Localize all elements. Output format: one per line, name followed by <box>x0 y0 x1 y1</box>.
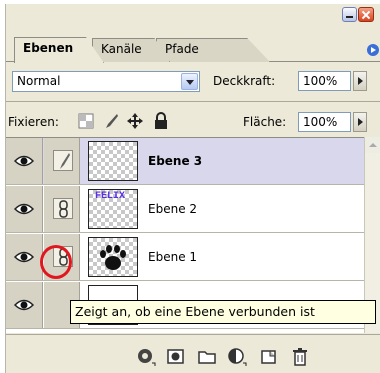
palette-tabs: Pfade Kanäle Ebenen <box>6 34 380 63</box>
tab-label: Pfade <box>165 42 199 56</box>
fill-input[interactable]: 100% <box>298 112 351 132</box>
layer-link-cell[interactable] <box>44 138 80 184</box>
divider <box>6 101 380 102</box>
lock-all-icon[interactable] <box>152 112 170 130</box>
layer-name[interactable]: Ebene 2 <box>148 202 197 216</box>
layer-thumbnail <box>88 141 138 181</box>
palette-titlebar <box>6 4 380 32</box>
chevron-down-icon[interactable] <box>181 73 198 90</box>
eye-icon <box>14 203 34 215</box>
layer-thumbnail <box>88 237 138 277</box>
layer-mask-icon[interactable] <box>166 347 186 367</box>
new-group-icon[interactable] <box>197 347 217 367</box>
palette-menu-icon[interactable] <box>367 44 379 56</box>
visibility-toggle[interactable] <box>6 138 43 184</box>
lock-position-icon[interactable] <box>126 112 144 130</box>
minimize-button[interactable] <box>342 7 357 22</box>
fill-slider-button[interactable] <box>353 112 367 132</box>
visibility-toggle[interactable] <box>6 186 43 232</box>
close-button[interactable] <box>358 7 374 22</box>
eye-icon <box>14 299 34 311</box>
fill-value: 100% <box>303 115 338 129</box>
eye-icon <box>14 251 34 263</box>
opacity-value: 100% <box>303 74 338 88</box>
opacity-slider-button[interactable] <box>353 71 367 91</box>
highlight-circle <box>40 245 72 279</box>
scroll-up-arrow-icon[interactable] <box>365 137 380 153</box>
visibility-toggle[interactable] <box>6 234 43 280</box>
tab-ebenen[interactable]: Ebenen <box>14 37 104 63</box>
tab-pfade[interactable]: Pfade <box>156 38 270 62</box>
blend-mode-select[interactable]: Normal <box>12 71 200 92</box>
tooltip-text: Zeigt an, ob eine Ebene verbunden ist <box>75 304 315 319</box>
tooltip: Zeigt an, ob eine Ebene verbunden ist <box>70 300 376 324</box>
adjustment-layer-icon[interactable] <box>227 347 247 367</box>
visibility-toggle[interactable] <box>6 282 43 328</box>
layer-row-ebene-3[interactable]: Ebene 3 <box>6 138 364 185</box>
lock-image-icon[interactable] <box>102 112 120 130</box>
layer-name[interactable]: Ebene 1 <box>148 250 197 264</box>
opacity-label: Deckkraft: <box>213 74 276 88</box>
layer-thumbnail: FELIX <box>88 189 138 229</box>
tab-label: Kanäle <box>101 42 142 56</box>
layer-name[interactable]: Ebene 3 <box>148 154 202 168</box>
thumbnail-text: FELIX <box>95 191 126 202</box>
tab-label: Ebenen <box>23 41 74 55</box>
fill-label: Fläche: <box>243 115 287 129</box>
trash-icon[interactable] <box>290 347 310 367</box>
blend-mode-value: Normal <box>17 74 61 88</box>
paw-icon <box>100 245 126 270</box>
layer-link-cell[interactable] <box>44 186 80 232</box>
layer-style-icon[interactable] <box>136 347 156 367</box>
lock-label: Fixieren: <box>8 115 59 129</box>
lock-transparency-icon[interactable] <box>77 112 95 130</box>
opacity-input[interactable]: 100% <box>298 71 351 91</box>
layer-row-ebene-2[interactable]: FELIX Ebene 2 <box>6 186 364 233</box>
new-layer-icon[interactable] <box>259 347 279 367</box>
eye-icon <box>14 155 34 167</box>
brush-icon <box>53 150 73 171</box>
layer-toolbar <box>6 334 380 373</box>
chain-link-icon <box>53 198 73 219</box>
